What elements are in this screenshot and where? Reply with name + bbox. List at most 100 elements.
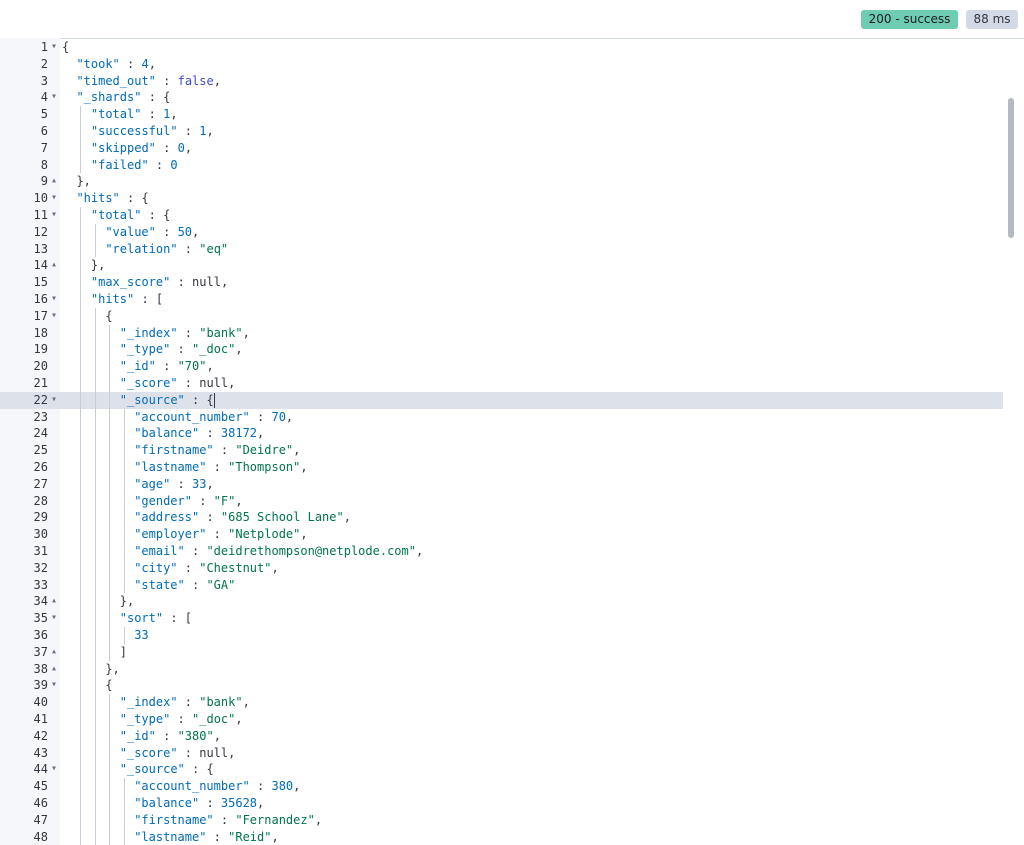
code-token: "_doc" — [192, 342, 236, 357]
request-time-badge[interactable]: 88 ms — [966, 10, 1018, 29]
code-line[interactable]: 26 "lastname" : "Thompson", — [0, 459, 1003, 476]
code-line[interactable]: 24 "balance" : 38172, — [0, 425, 1003, 443]
code-line[interactable]: 17 ▾ { — [0, 307, 1003, 325]
fold-arrow-down-icon[interactable]: ▾ — [50, 89, 58, 106]
code-line[interactable]: 7 "skipped" : 0, — [0, 139, 1003, 157]
indent-guide — [109, 425, 111, 443]
code-text: "address" : "685 School Lane", — [134, 509, 351, 526]
code-line[interactable]: 27 "age" : 33, — [0, 475, 1003, 493]
fold-arrow-down-icon[interactable]: ▾ — [50, 308, 58, 325]
code-line[interactable]: 28 "gender" : "F", — [0, 492, 1003, 510]
code-line[interactable]: 38 ▴}, — [0, 660, 1003, 678]
code-token: "_id" — [119, 359, 156, 374]
code-line[interactable]: 35 ▾ "sort" : [ — [0, 610, 1003, 627]
fold-arrow-down-icon[interactable]: ▾ — [50, 291, 58, 308]
code-token: "total" — [90, 208, 142, 222]
code-line[interactable]: 25 "firstname" : "Deidre", — [0, 442, 1003, 459]
code-line[interactable]: 13 "relation" : "eq" — [0, 240, 1003, 258]
code-token: "_score" — [119, 745, 178, 760]
code-line[interactable]: 21 "_score" : null, — [0, 375, 1003, 392]
fold-arrow-up-icon[interactable]: ▴ — [50, 661, 58, 678]
fold-arrow-up-icon[interactable]: ▴ — [50, 593, 58, 610]
code-token: : — [206, 460, 229, 474]
code-line[interactable]: 2 "took" : 4, — [0, 56, 1003, 73]
code-line[interactable]: 42 "_id" : "380", — [0, 727, 1003, 745]
code-token: "bank" — [199, 695, 243, 710]
code-token: "380" — [177, 728, 214, 743]
vertical-scrollbar[interactable] — [1008, 98, 1014, 238]
code-line[interactable]: 29 "address" : "685 School Lane", — [0, 509, 1003, 527]
code-line[interactable]: 47 "firstname" : "Fernandez", — [0, 811, 1003, 829]
code-line[interactable]: 9 ▴}, — [0, 173, 1003, 190]
code-line[interactable]: 37 ▴] — [0, 643, 1003, 661]
fold-arrow-down-icon[interactable]: ▾ — [50, 392, 58, 409]
indent-guide — [123, 576, 125, 594]
code-text: "value" : 50, — [105, 224, 199, 241]
code-line[interactable]: 31 "email" : "deidrethompson@netplode.com… — [0, 543, 1003, 560]
code-line[interactable]: 39 ▾ { — [0, 677, 1003, 695]
fold-arrow-down-icon[interactable]: ▾ — [50, 190, 58, 207]
code-line[interactable]: 30 "employer" : "Netplode", — [0, 526, 1003, 543]
fold-arrow-up-icon[interactable]: ▴ — [50, 644, 58, 661]
code-line[interactable]: 43 "_score" : null, — [0, 744, 1003, 762]
code-line[interactable]: 22 ▾ "_source" : { — [0, 391, 1003, 409]
code-line[interactable]: 5 "total" : 1, — [0, 106, 1003, 123]
code-line[interactable]: 18 "_index" : "bank", — [0, 324, 1003, 342]
fold-arrow-down-icon[interactable]: ▾ — [50, 207, 58, 224]
code-line[interactable]: 8 "failed" : 0 — [0, 156, 1003, 174]
indent-guide — [80, 391, 82, 409]
line-number: 10 — [33, 191, 48, 206]
code-token: }, — [90, 258, 106, 273]
code-line[interactable]: 16 ▾ "hits" : [ — [0, 291, 1003, 308]
fold-arrow-up-icon[interactable]: ▴ — [50, 173, 58, 190]
code-token: , — [220, 275, 229, 290]
code-token: : — [141, 107, 164, 122]
code-token: 0 — [170, 157, 178, 172]
code-line[interactable]: 46 "balance" : 35628, — [0, 795, 1003, 812]
code-token: , — [235, 712, 243, 726]
code-text: "state" : "GA" — [134, 577, 235, 594]
indent-guide — [80, 375, 82, 392]
code-token: , — [206, 359, 214, 374]
code-line[interactable]: 23 "account_number" : 70, — [0, 408, 1003, 426]
code-line[interactable]: 10 ▾ "hits" : { — [0, 190, 1003, 207]
code-token: : { — [184, 392, 214, 407]
code-text: ] — [120, 644, 127, 661]
indent-guide — [123, 492, 125, 510]
code-line[interactable]: 12 "value" : 50, — [0, 223, 1003, 241]
code-line[interactable]: 3 "timed_out" : false, — [0, 73, 1003, 90]
code-token: "relation" — [105, 241, 178, 256]
code-line[interactable]: 19 "_type" : "_doc", — [0, 341, 1003, 359]
text-cursor — [213, 392, 215, 408]
indent-guide — [109, 559, 111, 577]
line-number: 17 — [33, 308, 48, 323]
code-line[interactable]: 32 "city" : "Chestnut", — [0, 559, 1003, 577]
code-line[interactable]: 41 "_type" : "_doc", — [0, 711, 1003, 728]
code-line[interactable]: 33 "state" : "GA" — [0, 576, 1003, 594]
code-line[interactable]: 48 "lastname" : "Reid", — [0, 828, 1003, 845]
code-line[interactable]: 45 "account_number" : 380, — [0, 778, 1003, 795]
indent-guide — [94, 543, 96, 560]
indent-guide — [80, 291, 82, 308]
code-line[interactable]: 34 ▴}, — [0, 593, 1003, 611]
code-line[interactable]: 15 "max_score" : null, — [0, 274, 1003, 291]
indent-guide — [94, 223, 96, 241]
code-line[interactable]: 4 ▾ "_shards" : { — [0, 89, 1003, 106]
code-line[interactable]: 14 ▴}, — [0, 257, 1003, 275]
code-line[interactable]: 1 ▾ { — [0, 39, 1003, 56]
response-editor[interactable]: 1 ▾{2 "took" : 4, 3 "timed_out" : false, 4 ▾ "_… — [0, 38, 1024, 845]
code-line[interactable]: 36 33 — [0, 627, 1003, 644]
fold-arrow-down-icon[interactable]: ▾ — [50, 761, 58, 778]
fold-arrow-down-icon[interactable]: ▾ — [50, 610, 58, 627]
fold-arrow-down-icon[interactable]: ▾ — [50, 39, 58, 56]
code-line[interactable]: 11 ▾ "total" : { — [0, 207, 1003, 224]
code-line[interactable]: 6 "successful" : 1, — [0, 123, 1003, 140]
code-line[interactable]: 44 ▾ "_source" : { — [0, 761, 1003, 779]
code-line[interactable]: 40 "_index" : "bank", — [0, 694, 1003, 711]
code-token: "firstname" — [134, 443, 214, 458]
fold-arrow-up-icon[interactable]: ▴ — [50, 257, 58, 274]
code-line[interactable]: 20 "_id" : "70", — [0, 358, 1003, 375]
fold-arrow-down-icon[interactable]: ▾ — [50, 677, 58, 694]
code-token: "Reid" — [228, 829, 272, 844]
indent-guide — [123, 475, 125, 493]
